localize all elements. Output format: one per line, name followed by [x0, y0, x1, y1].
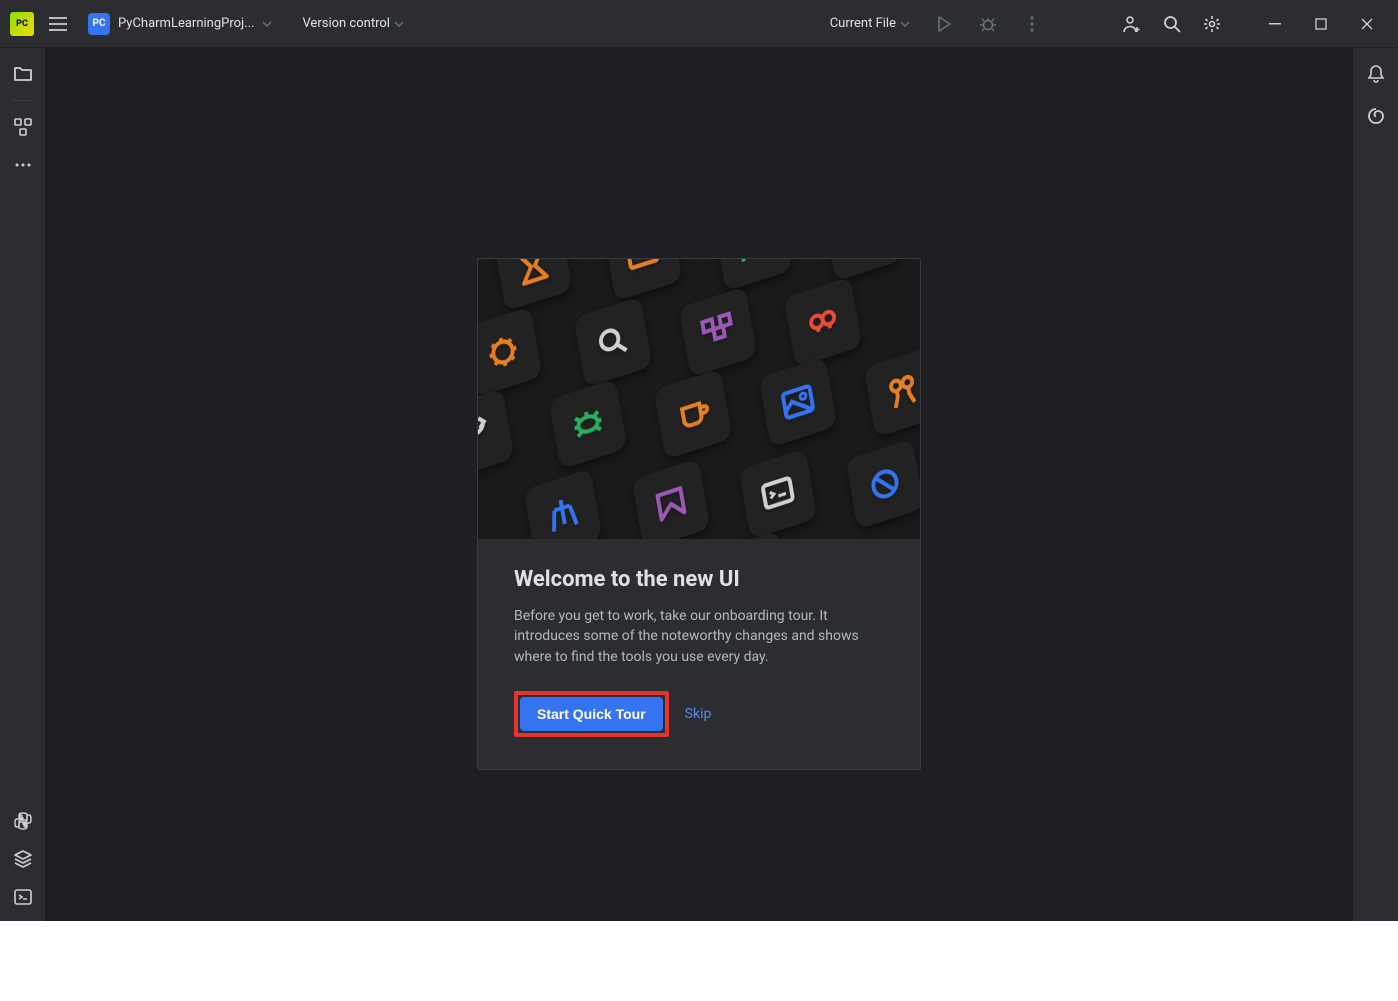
bug-icon	[979, 15, 997, 33]
start-tour-button[interactable]: Start Quick Tour	[520, 697, 663, 731]
python-packages-button[interactable]	[7, 843, 39, 875]
welcome-popup: Welcome to the new UI Before you get to …	[477, 258, 921, 770]
right-tool-sidebar	[1352, 48, 1398, 1001]
bottom-strip	[0, 921, 1398, 1001]
maximize-icon	[1315, 18, 1327, 30]
ai-assistant-button[interactable]	[1360, 100, 1392, 132]
structure-icon	[13, 117, 33, 137]
terminal-icon	[13, 888, 33, 906]
pycharm-logo-icon: PC	[10, 12, 34, 36]
ellipsis-icon	[15, 163, 31, 167]
welcome-title: Welcome to the new UI	[514, 567, 884, 592]
code-with-me-button[interactable]	[1116, 8, 1148, 40]
minimize-button[interactable]	[1252, 0, 1298, 48]
main-menu-button[interactable]	[42, 8, 74, 40]
debug-button[interactable]	[972, 8, 1004, 40]
python-icon	[13, 811, 33, 831]
run-section: Current File	[824, 8, 1048, 40]
version-control-label: Version control	[302, 16, 390, 31]
project-selector[interactable]: PC PyCharmLearningProj...	[82, 9, 278, 39]
terminal-button[interactable]	[7, 881, 39, 913]
play-icon	[937, 16, 951, 32]
run-button[interactable]	[928, 8, 960, 40]
gear-icon	[1202, 14, 1222, 34]
run-config-selector[interactable]: Current File	[824, 12, 916, 35]
bell-icon	[1366, 64, 1386, 84]
project-tool-button[interactable]	[7, 58, 39, 90]
person-plus-icon	[1122, 14, 1142, 34]
highlighted-action: Start Quick Tour	[514, 691, 669, 737]
more-tools-button[interactable]	[7, 149, 39, 181]
more-actions-button[interactable]	[1016, 8, 1048, 40]
titlebar: PC PC PyCharmLearningProj... Version con…	[0, 0, 1398, 48]
notifications-button[interactable]	[1360, 58, 1392, 90]
skip-link[interactable]: Skip	[685, 706, 712, 722]
editor-area: Welcome to the new UI Before you get to …	[46, 48, 1352, 1001]
project-badge: PC	[88, 13, 110, 35]
spiral-icon	[1366, 106, 1386, 126]
search-icon	[1162, 14, 1182, 34]
welcome-description: Before you get to work, take our onboard…	[514, 606, 884, 667]
chevron-down-icon	[262, 21, 272, 27]
divider	[12, 100, 34, 101]
structure-tool-button[interactable]	[7, 111, 39, 143]
hamburger-icon	[49, 17, 67, 31]
layers-icon	[13, 849, 33, 869]
chevron-down-icon	[900, 21, 910, 27]
close-icon	[1361, 18, 1373, 30]
window-controls	[1252, 0, 1390, 48]
left-tool-sidebar	[0, 48, 46, 1001]
python-console-button[interactable]	[7, 805, 39, 837]
close-button[interactable]	[1344, 0, 1390, 48]
chevron-down-icon	[394, 21, 404, 27]
folder-icon	[13, 65, 33, 83]
search-everywhere-button[interactable]	[1156, 8, 1188, 40]
kebab-icon	[1030, 16, 1034, 32]
run-config-label: Current File	[830, 16, 896, 31]
minimize-icon	[1269, 23, 1281, 25]
project-name-label: PyCharmLearningProj...	[118, 16, 254, 31]
settings-button[interactable]	[1196, 8, 1228, 40]
version-control-menu[interactable]: Version control	[294, 12, 412, 35]
maximize-button[interactable]	[1298, 0, 1344, 48]
welcome-image	[478, 259, 920, 539]
